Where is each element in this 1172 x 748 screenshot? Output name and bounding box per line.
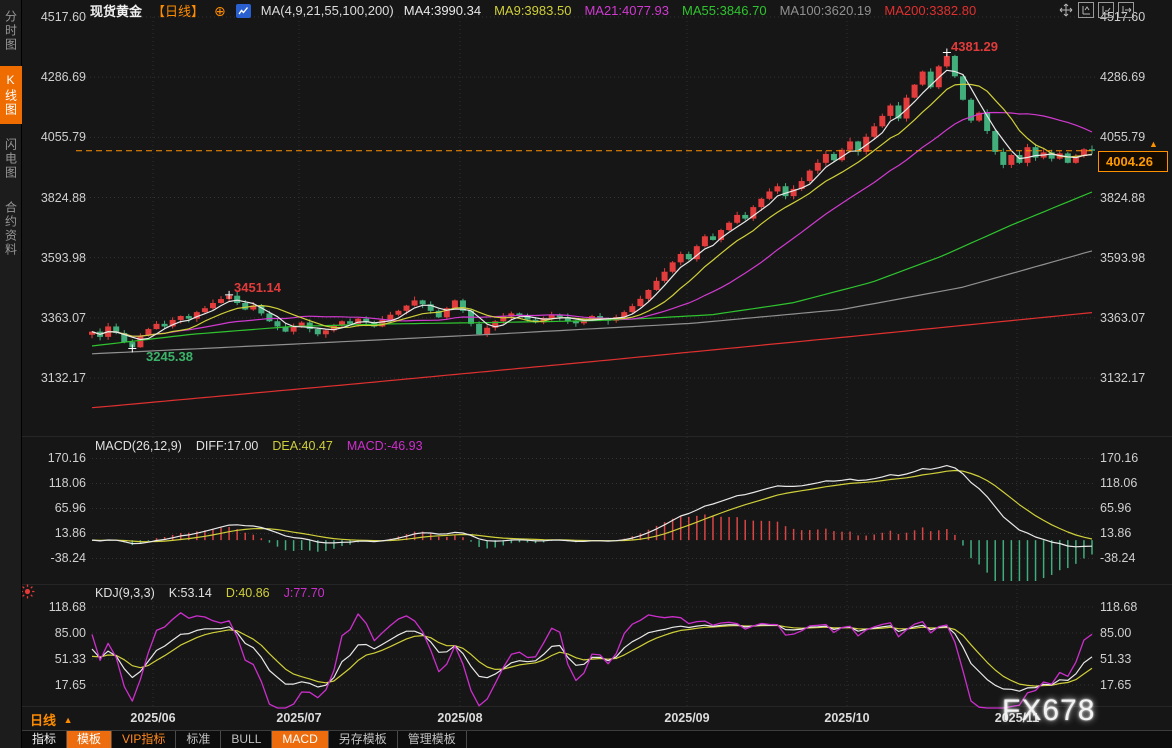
axis-label: 4286.69 xyxy=(1100,70,1168,84)
ma-legend-item: MA9:3983.50 xyxy=(494,3,571,18)
macd-macd-value: MACD:-46.93 xyxy=(347,439,423,453)
toolbar-item-vip-indicators[interactable]: VIP指标 xyxy=(112,731,176,748)
last-price-box: 4004.26 xyxy=(1098,151,1168,172)
toolbar-item-standard[interactable]: 标准 xyxy=(176,731,221,748)
chart-app: 分时图 K线图闪电图合约资料 现货黄金 【日线】 ⊕ MA(4,9,21,55,1… xyxy=(0,0,1172,748)
toolbar-item-template[interactable]: 模板 xyxy=(67,731,112,748)
tab-flash-chart[interactable]: 闪电图 xyxy=(0,131,22,187)
add-indicator-icon[interactable]: ⊕ xyxy=(214,4,226,18)
axis-label: 13.86 xyxy=(1100,526,1168,540)
macd-diff-value: DIFF:17.00 xyxy=(196,439,259,453)
axis-label: 4055.79 xyxy=(24,130,86,144)
kdj-j-value: J:77.70 xyxy=(284,586,325,600)
axis-label: 4286.69 xyxy=(24,70,86,84)
axis-label: 65.96 xyxy=(24,501,86,515)
high-price-annotation: 4381.29 xyxy=(951,39,998,54)
axis-label: -38.24 xyxy=(24,551,86,565)
axis-label: 17.65 xyxy=(1100,678,1168,692)
watermark: FX678 xyxy=(1002,694,1095,728)
axis-label: 4517.60 xyxy=(24,10,86,24)
ma-legend-item: MA21:4077.93 xyxy=(584,3,669,18)
axis-label: 17.65 xyxy=(24,678,86,692)
move-icon[interactable] xyxy=(1058,2,1074,18)
bottom-toolbar: 指标模板VIP指标标准BULLMACD另存模板管理模板 xyxy=(22,730,1172,748)
axis-label: 118.06 xyxy=(1100,476,1168,490)
period-dropdown-label: 日线 xyxy=(30,713,56,728)
month-label: 2025/08 xyxy=(428,711,492,725)
axis-label: 65.96 xyxy=(1100,501,1168,515)
axis-label: 3824.88 xyxy=(1100,191,1168,205)
axis-label: -38.24 xyxy=(1100,551,1168,565)
swing-high-annotation: 3451.14 xyxy=(234,280,281,295)
axis-label: 51.33 xyxy=(24,652,86,666)
axis-label: 3593.98 xyxy=(24,251,86,265)
kdj-k-value: K:53.14 xyxy=(169,586,212,600)
pane-exit-icon[interactable] xyxy=(1118,2,1134,18)
sidebar: 分时图 K线图闪电图合约资料 xyxy=(0,0,22,748)
ma-legend-item: MA100:3620.19 xyxy=(780,3,872,18)
month-label: 2025/09 xyxy=(655,711,719,725)
axis-label: 3132.17 xyxy=(24,371,86,385)
macd-header: MACD(26,12,9) DIFF:17.00 DEA:40.47 MACD:… xyxy=(95,439,423,453)
toolbar-item-macd[interactable]: MACD xyxy=(272,731,328,748)
axis-label: 3824.88 xyxy=(24,191,86,205)
macd-dea-value: DEA:40.47 xyxy=(272,439,332,453)
chart-canvas[interactable] xyxy=(0,0,1172,748)
axis-label: 51.33 xyxy=(1100,652,1168,666)
toolbar-item-save-template[interactable]: 另存模板 xyxy=(329,731,398,748)
axis-label: 118.06 xyxy=(24,476,86,490)
kdj-header: KDJ(9,3,3) K:53.14 D:40.86 J:77.70 xyxy=(95,586,325,600)
kdj-name-label: KDJ(9,3,3) xyxy=(95,586,155,600)
axis-label: 170.16 xyxy=(24,451,86,465)
tab-contract-info[interactable]: 合约资料 xyxy=(0,194,22,264)
chart-type-icon[interactable] xyxy=(236,4,251,18)
window-controls xyxy=(1058,2,1134,18)
chart-header: 现货黄金 【日线】 ⊕ MA(4,9,21,55,100,200) MA4:39… xyxy=(90,2,976,19)
tab-time-chart[interactable]: 分时图 xyxy=(0,3,22,59)
toolbar-item-manage-template[interactable]: 管理模板 xyxy=(398,731,467,748)
axis-label: 3363.07 xyxy=(1100,311,1168,325)
axis-label: 3132.17 xyxy=(1100,371,1168,385)
kdj-d-value: D:40.86 xyxy=(226,586,270,600)
axis-label: 85.00 xyxy=(1100,626,1168,640)
alarm-indicator-icon[interactable] xyxy=(20,584,35,604)
swing-low-annotation: 3245.38 xyxy=(146,349,193,364)
month-label: 2025/06 xyxy=(121,711,185,725)
ma-legend-item: MA4:3990.34 xyxy=(404,3,481,18)
month-label: 2025/07 xyxy=(267,711,331,725)
chevron-up-icon: ▲ xyxy=(64,715,73,725)
symbol-title: 现货黄金 xyxy=(90,1,142,20)
axis-label: 3593.98 xyxy=(1100,251,1168,265)
axis-label: 13.86 xyxy=(24,526,86,540)
toolbar-item-bull[interactable]: BULL xyxy=(221,731,272,748)
axis-label: 85.00 xyxy=(24,626,86,640)
macd-name-label: MACD(26,12,9) xyxy=(95,439,182,453)
pane-layout-right-icon[interactable] xyxy=(1098,2,1114,18)
price-up-arrow-icon: ▲ xyxy=(1149,139,1158,149)
tab-kline-chart[interactable]: K线图 xyxy=(0,66,22,124)
period-dropdown[interactable]: 日线 ▲ xyxy=(30,710,73,729)
axis-label: 170.16 xyxy=(1100,451,1168,465)
month-label: 2025/10 xyxy=(815,711,879,725)
axis-label: 118.68 xyxy=(1100,600,1168,614)
period-tag[interactable]: 【日线】 xyxy=(152,1,204,20)
pane-layout-left-icon[interactable] xyxy=(1078,2,1094,18)
ma-settings-label: MA(4,9,21,55,100,200) xyxy=(261,3,394,18)
ma-legend-item: MA200:3382.80 xyxy=(884,3,976,18)
ma-legend: MA4:3990.34 MA9:3983.50 MA21:4077.93 MA55:3… xyxy=(404,3,976,18)
toolbar-item-indicators[interactable]: 指标 xyxy=(22,731,67,748)
axis-label: 3363.07 xyxy=(24,311,86,325)
ma-legend-item: MA55:3846.70 xyxy=(682,3,767,18)
